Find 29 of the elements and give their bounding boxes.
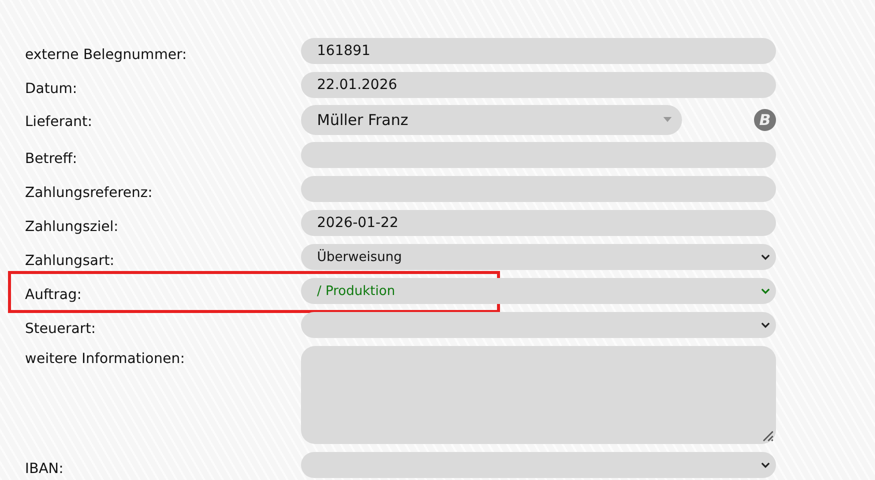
chevron-down-icon <box>761 288 770 294</box>
dropdown[interactable]: Überweisung <box>301 244 776 270</box>
field-label: Zahlungsziel: <box>24 218 120 237</box>
field-label: Steuerart: <box>24 320 97 339</box>
text-area[interactable] <box>301 346 776 444</box>
field-label: Zahlungsreferenz: <box>24 184 154 203</box>
input-field[interactable]: 2026-01-22 <box>301 210 776 236</box>
input-field[interactable] <box>301 142 776 168</box>
caret-icon <box>663 117 672 122</box>
field-label: Betreff: <box>24 150 78 169</box>
field-label: weitere Informationen: <box>24 350 186 369</box>
field-label: Auftrag: <box>24 286 83 305</box>
dropdown[interactable] <box>301 312 776 338</box>
chevron-down-icon <box>761 322 770 328</box>
field-label: Lieferant: <box>24 113 94 132</box>
field-label: externe Belegnummer: <box>24 46 188 65</box>
letter-icon[interactable]: B <box>754 109 776 131</box>
input-field[interactable]: 22.01.2026 <box>301 72 776 98</box>
dropdown[interactable]: / Produktion <box>301 278 776 304</box>
field-label: IBAN: <box>24 460 64 479</box>
chevron-down-icon <box>761 462 770 468</box>
chevron-down-icon <box>761 254 770 260</box>
input-field[interactable] <box>301 176 776 202</box>
field-label: Zahlungsart: <box>24 252 116 271</box>
input-field[interactable]: 161891 <box>301 38 776 64</box>
field-label: Datum: <box>24 80 78 99</box>
resize-grip-icon <box>760 428 774 442</box>
combobox[interactable]: Müller Franz <box>301 105 682 135</box>
dropdown[interactable] <box>301 452 776 478</box>
